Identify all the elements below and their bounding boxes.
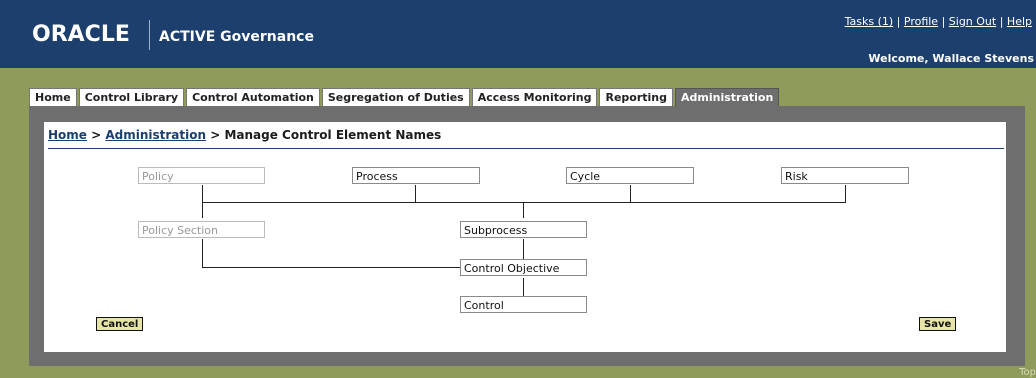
- cycle-field[interactable]: Cycle: [566, 167, 694, 184]
- top-links: Tasks (1) | Profile | Sign Out | Help: [844, 15, 1032, 28]
- connector-line: [523, 239, 524, 260]
- connector-line: [523, 202, 524, 218]
- tab-reporting[interactable]: Reporting: [599, 88, 674, 106]
- risk-field[interactable]: Risk: [781, 167, 909, 184]
- connector-line: [202, 202, 846, 203]
- control-field[interactable]: Control: [460, 296, 587, 313]
- tab-access-monitoring[interactable]: Access Monitoring: [471, 88, 598, 106]
- content-panel: Home > Administration > Manage Control E…: [44, 122, 1006, 352]
- sign-out-link[interactable]: Sign Out: [949, 15, 996, 28]
- connector-line: [415, 185, 416, 202]
- connector-line: [630, 185, 631, 202]
- breadcrumb-divider: [48, 148, 1004, 149]
- tab-home[interactable]: Home: [29, 88, 77, 106]
- profile-link[interactable]: Profile: [904, 15, 938, 28]
- page-title: Manage Control Element Names: [224, 128, 442, 142]
- top-link[interactable]: Top: [1019, 367, 1036, 378]
- process-field[interactable]: Process: [352, 167, 480, 184]
- tab-segregation-of-duties[interactable]: Segregation of Duties: [321, 88, 470, 106]
- policy-field[interactable]: Policy: [138, 167, 265, 184]
- tab-control-automation[interactable]: Control Automation: [186, 88, 320, 106]
- control-objective-field[interactable]: Control Objective: [460, 259, 587, 276]
- connector-line: [523, 278, 524, 296]
- tab-control-library[interactable]: Control Library: [78, 88, 185, 106]
- tasks-link[interactable]: Tasks (1): [845, 15, 894, 28]
- connector-line: [202, 267, 460, 268]
- main-tabs: Home Control Library Control Automation …: [29, 88, 781, 106]
- welcome-text: Welcome, Wallace Stevens: [868, 52, 1034, 65]
- app-header: ORACLE ACTIVE Governance Tasks (1) | Pro…: [0, 0, 1036, 68]
- policy-section-field[interactable]: Policy Section: [138, 221, 265, 238]
- connector-line: [202, 239, 203, 268]
- breadcrumb: Home > Administration > Manage Control E…: [48, 128, 442, 142]
- logo-divider: [149, 20, 150, 50]
- breadcrumb-home-link[interactable]: Home: [48, 128, 87, 142]
- help-link[interactable]: Help: [1007, 15, 1032, 28]
- oracle-logo: ORACLE: [32, 22, 130, 47]
- breadcrumb-administration-link[interactable]: Administration: [105, 128, 206, 142]
- cancel-button[interactable]: Cancel: [96, 317, 144, 331]
- tab-administration[interactable]: Administration: [675, 88, 780, 106]
- save-button[interactable]: Save: [919, 317, 957, 331]
- product-name: ACTIVE Governance: [159, 29, 314, 45]
- connector-line: [845, 185, 846, 202]
- content-frame: Home > Administration > Manage Control E…: [29, 106, 1025, 366]
- subprocess-field[interactable]: Subprocess: [460, 221, 587, 238]
